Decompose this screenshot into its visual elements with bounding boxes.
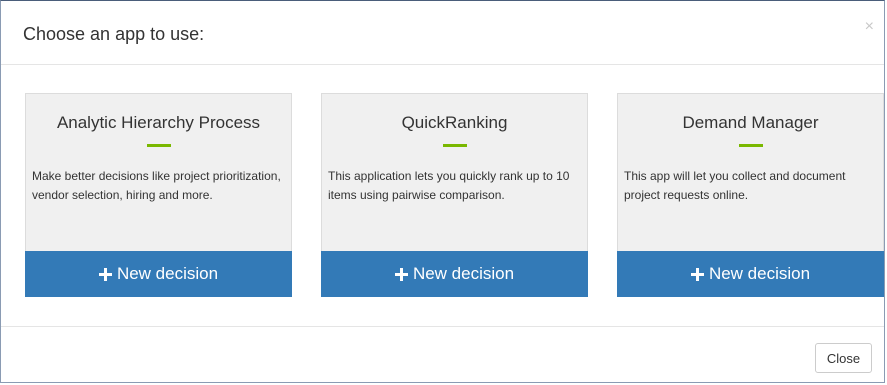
app-card-title: QuickRanking <box>401 113 508 132</box>
modal-body: Analytic Hierarchy Process Make better d… <box>1 65 884 327</box>
modal-title: Choose an app to use: <box>23 24 205 44</box>
new-decision-label: New decision <box>116 264 219 283</box>
plus-icon <box>394 267 408 281</box>
app-card-description: This app will let you collect and docume… <box>624 169 846 202</box>
close-button[interactable]: Close <box>815 343 872 373</box>
app-card-description: This application lets you quickly rank u… <box>328 169 570 202</box>
app-card-description: Make better decisions like project prior… <box>32 169 281 202</box>
new-decision-button-quickranking[interactable]: New decision <box>321 251 588 297</box>
app-card-demand-manager: Demand Manager This app will let you col… <box>617 93 884 297</box>
modal-header: Choose an app to use: × <box>1 1 884 65</box>
app-card-title: Demand Manager <box>682 113 819 132</box>
close-icon[interactable]: × <box>865 19 874 35</box>
modal-footer: Close <box>1 327 884 384</box>
title-divider <box>443 144 467 147</box>
app-chooser-modal: Choose an app to use: × Analytic Hierarc… <box>0 0 885 383</box>
app-card-ahp: Analytic Hierarchy Process Make better d… <box>25 93 292 297</box>
title-divider <box>739 144 763 147</box>
app-card-title: Analytic Hierarchy Process <box>56 113 261 132</box>
app-card-list: Analytic Hierarchy Process Make better d… <box>25 93 884 297</box>
plus-icon <box>690 267 704 281</box>
new-decision-button-demand-manager[interactable]: New decision <box>617 251 884 297</box>
new-decision-button-ahp[interactable]: New decision <box>25 251 292 297</box>
new-decision-label: New decision <box>412 264 515 283</box>
plus-icon <box>98 267 112 281</box>
title-divider <box>147 144 171 147</box>
app-card-quickranking: QuickRanking This application lets you q… <box>321 93 588 297</box>
new-decision-label: New decision <box>708 264 811 283</box>
